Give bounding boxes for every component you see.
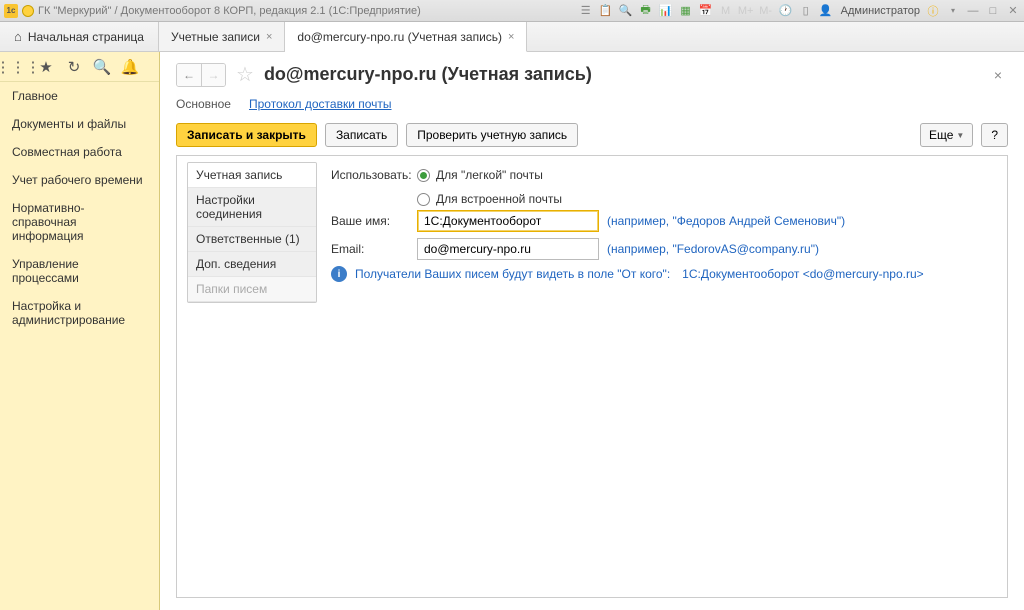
name-hint: (например, "Федоров Андрей Семенович") bbox=[607, 214, 845, 228]
home-tab[interactable]: ⌂ Начальная страница bbox=[0, 22, 159, 51]
toolbar-panel-icon[interactable]: ▯ bbox=[799, 4, 813, 18]
form-section-account[interactable]: Учетная запись bbox=[188, 163, 316, 188]
window-titlebar: 1c ГК "Меркурий" / Документооборот 8 КОР… bbox=[0, 0, 1024, 22]
form-section-additional[interactable]: Доп. сведения bbox=[188, 252, 316, 277]
sidebar-item-admin[interactable]: Настройка и администрирование bbox=[0, 292, 159, 334]
form-section-responsible[interactable]: Ответственные (1) bbox=[188, 227, 316, 252]
info-circle-icon: i bbox=[331, 266, 347, 282]
help-button[interactable]: ? bbox=[981, 123, 1008, 147]
form-section-list: Учетная запись Настройки соединения Отве… bbox=[187, 162, 317, 303]
save-button[interactable]: Записать bbox=[325, 123, 398, 147]
tab-account-detail-label: do@mercury-npo.ru (Учетная запись) bbox=[297, 30, 502, 44]
app-logo-icon: 1c bbox=[4, 4, 18, 18]
form-section-folders: Папки писем bbox=[188, 277, 316, 302]
subtab-protocol[interactable]: Протокол доставки почты bbox=[249, 97, 392, 111]
chevron-down-icon: ▼ bbox=[956, 131, 964, 140]
toolbar-icon-3[interactable]: 🔍 bbox=[619, 4, 633, 18]
tab-account-detail[interactable]: do@mercury-npo.ru (Учетная запись) × bbox=[285, 22, 527, 52]
toolbar-icon-2[interactable]: 📋 bbox=[599, 4, 613, 18]
tab-accounts[interactable]: Учетные записи × bbox=[159, 22, 285, 51]
toolbar-chart-icon[interactable]: 📊 bbox=[659, 4, 673, 18]
use-label: Использовать: bbox=[331, 168, 417, 182]
search-icon[interactable]: 🔍 bbox=[94, 59, 110, 75]
toolbar-clock-icon[interactable]: 🕐 bbox=[779, 4, 793, 18]
radio-light-label[interactable]: Для "легкой" почты bbox=[436, 168, 543, 182]
close-icon[interactable]: ✕ bbox=[1006, 4, 1020, 18]
radio-builtin-label[interactable]: Для встроенной почты bbox=[436, 192, 562, 206]
sidebar-item-processes[interactable]: Управление процессами bbox=[0, 250, 159, 292]
app-circle-icon bbox=[22, 5, 34, 17]
toolbar-print-icon[interactable]: 🖶 bbox=[639, 4, 653, 18]
favorite-star-icon[interactable]: ☆ bbox=[236, 62, 254, 87]
user-icon[interactable]: 👤 bbox=[819, 4, 833, 18]
toolbar-icon-1[interactable]: ☰ bbox=[579, 4, 593, 18]
tab-accounts-label: Учетные записи bbox=[171, 30, 260, 44]
toolbar-calendar-icon[interactable]: 📅 bbox=[699, 4, 713, 18]
more-button[interactable]: Еще ▼ bbox=[920, 123, 973, 147]
sidebar-item-collab[interactable]: Совместная работа bbox=[0, 138, 159, 166]
toolbar-m-minus-icon[interactable]: M- bbox=[759, 4, 773, 18]
info-value: 1С:Документооборот <do@mercury-npo.ru> bbox=[682, 267, 923, 281]
user-name[interactable]: Администратор bbox=[841, 5, 920, 17]
page-title: do@mercury-npo.ru (Учетная запись) bbox=[264, 64, 592, 85]
sidebar-item-reference[interactable]: Нормативно-справочная информация bbox=[0, 194, 159, 250]
email-hint: (например, "FedorovAS@company.ru") bbox=[607, 242, 819, 256]
info-icon[interactable]: ⓘ bbox=[926, 4, 940, 18]
page-close-button[interactable]: × bbox=[988, 65, 1008, 85]
email-input[interactable] bbox=[417, 238, 599, 260]
sidebar-item-time[interactable]: Учет рабочего времени bbox=[0, 166, 159, 194]
sidebar-item-documents[interactable]: Документы и файлы bbox=[0, 110, 159, 138]
history-icon[interactable]: ↻ bbox=[66, 59, 82, 75]
favorites-icon[interactable]: ★ bbox=[38, 59, 54, 75]
sidebar-item-main[interactable]: Главное bbox=[0, 82, 159, 110]
document-tabbar: ⌂ Начальная страница Учетные записи × do… bbox=[0, 22, 1024, 52]
nav-forward-button[interactable]: → bbox=[201, 64, 225, 86]
info-text: Получатели Ваших писем будут видеть в по… bbox=[355, 267, 670, 281]
nav-back-button[interactable]: ← bbox=[177, 64, 201, 86]
name-input[interactable] bbox=[417, 210, 599, 232]
toolbar-m-plus-icon[interactable]: M+ bbox=[739, 4, 753, 18]
nav-arrows: ← → bbox=[176, 63, 226, 87]
subtab-main[interactable]: Основное bbox=[176, 97, 231, 111]
save-close-button[interactable]: Записать и закрыть bbox=[176, 123, 317, 147]
window-title: ГК "Меркурий" / Документооборот 8 КОРП, … bbox=[38, 5, 421, 17]
radio-light-mail[interactable] bbox=[417, 169, 430, 182]
form-section-connection[interactable]: Настройки соединения bbox=[188, 188, 316, 227]
maximize-icon[interactable]: □ bbox=[986, 4, 1000, 18]
nav-sidebar: ⋮⋮⋮ ★ ↻ 🔍 🔔 Главное Документы и файлы Со… bbox=[0, 52, 160, 610]
toolbar-m-icon[interactable]: M bbox=[719, 4, 733, 18]
tab-close-icon[interactable]: × bbox=[266, 31, 272, 43]
home-tab-label: Начальная страница bbox=[28, 30, 144, 44]
minimize-icon[interactable]: — bbox=[966, 4, 980, 18]
more-button-label: Еще bbox=[929, 128, 953, 142]
email-label: Email: bbox=[331, 242, 417, 256]
home-icon: ⌂ bbox=[14, 29, 22, 44]
check-account-button[interactable]: Проверить учетную запись bbox=[406, 123, 578, 147]
apps-icon[interactable]: ⋮⋮⋮ bbox=[10, 59, 26, 75]
radio-builtin-mail[interactable] bbox=[417, 193, 430, 206]
toolbar-grid-icon[interactable]: ▦ bbox=[679, 4, 693, 18]
bell-icon[interactable]: 🔔 bbox=[122, 59, 138, 75]
tab-close-icon[interactable]: × bbox=[508, 31, 514, 43]
name-label: Ваше имя: bbox=[331, 214, 417, 228]
dropdown-icon[interactable]: ▾ bbox=[946, 4, 960, 18]
